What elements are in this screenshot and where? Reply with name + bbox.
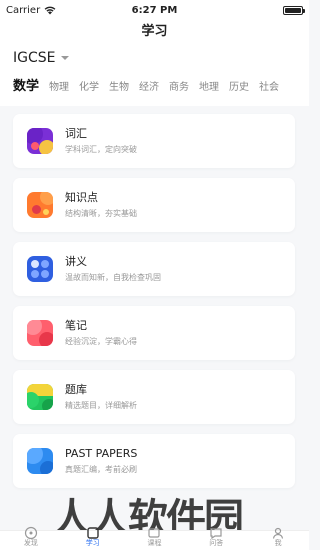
past-papers-icon: [27, 448, 53, 474]
status-left: Carrier: [6, 5, 56, 16]
tab-math[interactable]: 数学: [13, 78, 39, 96]
tabbar-label: 发现: [23, 539, 38, 547]
card-subtitle: 真题汇编，考前必刷: [65, 465, 137, 474]
tabbar-qa[interactable]: 问答: [186, 528, 246, 550]
card-title: PAST PAPERS: [65, 447, 138, 460]
card-subtitle: 学科词汇，定向突破: [65, 145, 137, 154]
study-cards: 词汇 学科词汇，定向突破 知识点 结构清晰，夯实基础 讲义 温故而知新，自我检查…: [13, 114, 295, 498]
card-handout[interactable]: 讲义 温故而知新，自我检查巩固: [13, 242, 295, 296]
tab-society[interactable]: 社会: [259, 80, 279, 96]
handout-icon: [27, 256, 53, 282]
vocabulary-icon: [27, 128, 53, 154]
tab-history[interactable]: 历史: [229, 80, 249, 96]
battery-icon: [283, 5, 305, 15]
card-title: 题库: [65, 383, 87, 396]
user-icon: [272, 527, 284, 539]
course-icon: [148, 528, 161, 538]
carrier-label: Carrier: [6, 4, 41, 16]
card-title: 讲义: [65, 255, 87, 268]
tab-chemistry[interactable]: 化学: [79, 80, 99, 96]
card-question-bank[interactable]: 题库 精选题目，详细解析: [13, 370, 295, 424]
question-bank-icon: [27, 384, 53, 410]
caret-down-icon: [60, 56, 69, 60]
tabbar-discover[interactable]: 发现: [1, 526, 61, 550]
tabbar-label: 课程: [147, 539, 162, 547]
study-icon: [86, 527, 99, 539]
tabbar-study[interactable]: 学习: [63, 527, 123, 550]
tab-label: 数学: [13, 79, 40, 94]
wifi-icon: [44, 6, 56, 14]
subject-tabs: 数学 物理 化学 生物 经济 商务 地理 历史 社会: [13, 78, 309, 96]
exam-selector[interactable]: IGCSE: [13, 50, 69, 66]
card-title: 知识点: [65, 191, 98, 204]
status-bar: Carrier 6:27 PM: [0, 0, 309, 20]
bottom-tabbar: 发现 学习 课程 问答 我: [0, 526, 309, 550]
tabbar-label: 问答: [209, 539, 224, 547]
tab-economics[interactable]: 经济: [139, 80, 159, 96]
tab-physics[interactable]: 物理: [49, 80, 69, 96]
tab-geography[interactable]: 地理: [199, 80, 219, 96]
status-time: 6:27 PM: [131, 4, 178, 16]
card-title: 笔记: [65, 319, 87, 332]
card-subtitle: 温故而知新，自我检查巩固: [65, 273, 161, 282]
card-subtitle: 精选题目，详细解析: [65, 401, 137, 410]
tab-business[interactable]: 商务: [169, 80, 189, 96]
knowledge-icon: [27, 192, 53, 218]
qa-icon: [210, 528, 222, 540]
exam-selector-label: IGCSE: [13, 50, 56, 66]
card-title: 词汇: [65, 127, 87, 140]
card-subtitle: 结构清晰，夯实基础: [65, 209, 137, 218]
card-subtitle: 经验沉淀，学霸心得: [65, 337, 137, 346]
card-past-papers[interactable]: PAST PAPERS 真题汇编，考前必刷: [13, 434, 295, 488]
tabbar-label: 学习: [85, 539, 100, 547]
discover-icon: [24, 526, 37, 540]
card-notes[interactable]: 笔记 经验沉淀，学霸心得: [13, 306, 295, 360]
card-vocabulary[interactable]: 词汇 学科词汇，定向突破: [13, 114, 295, 168]
tabbar-me[interactable]: 我: [248, 527, 308, 550]
card-knowledge[interactable]: 知识点 结构清晰，夯实基础: [13, 178, 295, 232]
tabbar-label: 我: [274, 539, 282, 547]
tabbar-course[interactable]: 课程: [124, 528, 184, 550]
page-title: 学习: [0, 20, 309, 44]
tab-biology[interactable]: 生物: [109, 80, 129, 96]
notes-icon: [27, 320, 53, 346]
